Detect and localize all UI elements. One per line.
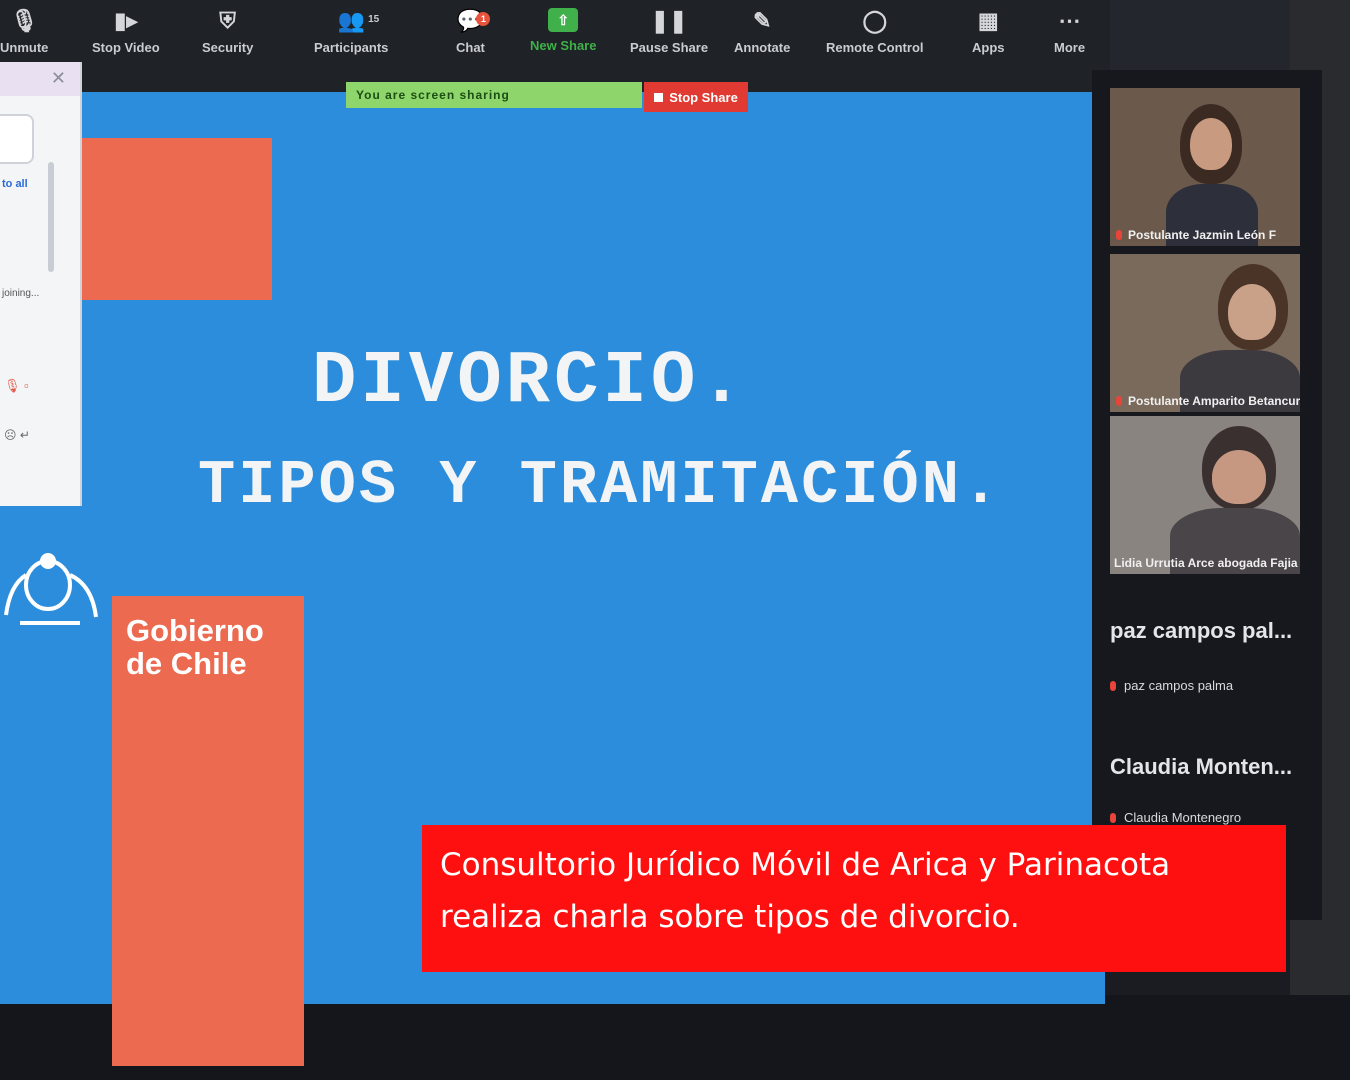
security-button[interactable]: ⛨ Security bbox=[202, 8, 253, 55]
slide-decoration-block bbox=[80, 138, 272, 300]
news-caption: Consultorio Jurídico Móvil de Arica y Pa… bbox=[422, 825, 1286, 972]
slide-subtitle: TIPOS Y TRAMITACIÓN. bbox=[198, 450, 1003, 521]
stop-video-label: Stop Video bbox=[92, 40, 160, 55]
annotate-label: Annotate bbox=[734, 40, 791, 55]
apps-label: Apps bbox=[972, 40, 1005, 55]
chat-scrollbar[interactable] bbox=[48, 162, 54, 272]
participants-icon: 👥 15 bbox=[337, 8, 380, 33]
mic-camera-icon: 🎙 ▫ bbox=[4, 378, 29, 393]
shield-icon: ⛨ bbox=[219, 8, 236, 33]
participants-button[interactable]: 👥 15 Participants bbox=[314, 8, 388, 55]
chat-button[interactable]: 💬 1 Chat bbox=[456, 8, 491, 55]
screen-sharing-indicator: You are screen sharing bbox=[346, 82, 642, 108]
new-share-button[interactable]: ⇧ New Share bbox=[530, 8, 596, 53]
participants-panel: Postulante Jazmin León F Postulante Ampa… bbox=[1092, 70, 1322, 920]
participant-face bbox=[1190, 118, 1232, 170]
stop-video-button[interactable]: ▮▸ Stop Video bbox=[92, 8, 160, 55]
more-button[interactable]: ⋯ More bbox=[1054, 8, 1085, 55]
video-tile[interactable]: Postulante Amparito Betancur F bbox=[1110, 254, 1300, 412]
chat-panel-header: ✕ bbox=[0, 62, 80, 96]
participant-name: paz campos palma bbox=[1124, 678, 1234, 693]
participant-name-display[interactable]: paz campos pal... bbox=[1110, 618, 1292, 644]
caption-line-1: Consultorio Jurídico Móvil de Arica y Pa… bbox=[440, 847, 1171, 883]
mouse-icon: ◯ bbox=[862, 8, 888, 33]
remote-control-button[interactable]: ◯ Remote Control bbox=[826, 8, 924, 55]
slide-title: DIVORCIO. bbox=[312, 340, 748, 424]
video-tile[interactable]: Lidia Urrutia Arce abogada Fajia bbox=[1110, 416, 1300, 574]
participant-name-label: Claudia Montenegro bbox=[1110, 810, 1241, 825]
more-icon: ⋯ bbox=[1058, 8, 1081, 33]
video-camera-icon: ▮▸ bbox=[114, 8, 138, 33]
reaction-icon: ☹ ↵ bbox=[4, 428, 30, 442]
pause-share-label: Pause Share bbox=[630, 40, 709, 55]
participant-face bbox=[1228, 284, 1276, 340]
participant-name-label: paz campos palma bbox=[1110, 678, 1233, 693]
apps-icon: ▦ bbox=[977, 8, 999, 33]
chat-badge: 1 bbox=[476, 12, 491, 26]
gobierno-logo-text: Gobierno de Chile bbox=[126, 614, 264, 680]
new-share-label: New Share bbox=[530, 38, 597, 53]
unmute-button[interactable]: 🎙 Unmute bbox=[0, 8, 48, 55]
mic-muted-icon bbox=[1110, 681, 1116, 691]
stop-share-button[interactable]: Stop Share bbox=[644, 82, 748, 112]
logo-line-2: de Chile bbox=[126, 646, 247, 681]
security-label: Security bbox=[202, 40, 254, 55]
more-label: More bbox=[1054, 40, 1086, 55]
pause-icon: ❚❚ bbox=[650, 8, 688, 33]
chat-label: Chat bbox=[456, 40, 485, 55]
pen-icon: ✎ bbox=[752, 8, 772, 33]
logo-line-1: Gobierno bbox=[126, 613, 264, 648]
chat-status-text: joining... bbox=[2, 288, 40, 299]
video-tile-label: Postulante Amparito Betancur F bbox=[1128, 394, 1300, 408]
close-icon[interactable]: ✕ bbox=[51, 68, 66, 89]
remote-control-label: Remote Control bbox=[826, 40, 924, 55]
video-tile[interactable]: Postulante Jazmin León F bbox=[1110, 88, 1300, 246]
apps-button[interactable]: ▦ Apps bbox=[972, 8, 1005, 55]
chat-input[interactable] bbox=[0, 114, 34, 164]
meeting-toolbar: 🎙 Unmute ▮▸ Stop Video ⛨ Security 👥 15 Pa… bbox=[0, 0, 1110, 92]
video-tile-label: Postulante Jazmin León F bbox=[1128, 228, 1277, 242]
chat-icon: 💬 1 bbox=[456, 8, 491, 34]
mic-muted-icon bbox=[1110, 813, 1116, 823]
annotate-button[interactable]: ✎ Annotate bbox=[734, 8, 790, 55]
stop-icon bbox=[654, 92, 664, 102]
participant-face bbox=[1212, 450, 1266, 504]
pause-share-button[interactable]: ❚❚ Pause Share bbox=[630, 8, 708, 55]
participant-name-display[interactable]: Claudia Monten... bbox=[1110, 754, 1292, 780]
unmute-label: Unmute bbox=[0, 40, 49, 55]
chat-recipient-link[interactable]: to all bbox=[2, 178, 28, 190]
stop-share-label: Stop Share bbox=[669, 89, 738, 105]
caption-line-2: realiza charla sobre tipos de divorcio. bbox=[440, 899, 1020, 935]
participant-name: Claudia Montenegro bbox=[1124, 810, 1242, 825]
mic-muted-icon: 🎙 bbox=[10, 8, 39, 33]
chat-panel: ✕ to all joining... 🎙 ▫ ☹ ↵ bbox=[0, 62, 82, 506]
share-screen-icon: ⇧ bbox=[548, 8, 579, 32]
coat-of-arms-icon bbox=[4, 553, 98, 625]
participants-label: Participants bbox=[314, 40, 389, 55]
video-tile-label: Lidia Urrutia Arce abogada Fajia bbox=[1114, 556, 1298, 570]
participants-count: 15 bbox=[368, 14, 380, 25]
